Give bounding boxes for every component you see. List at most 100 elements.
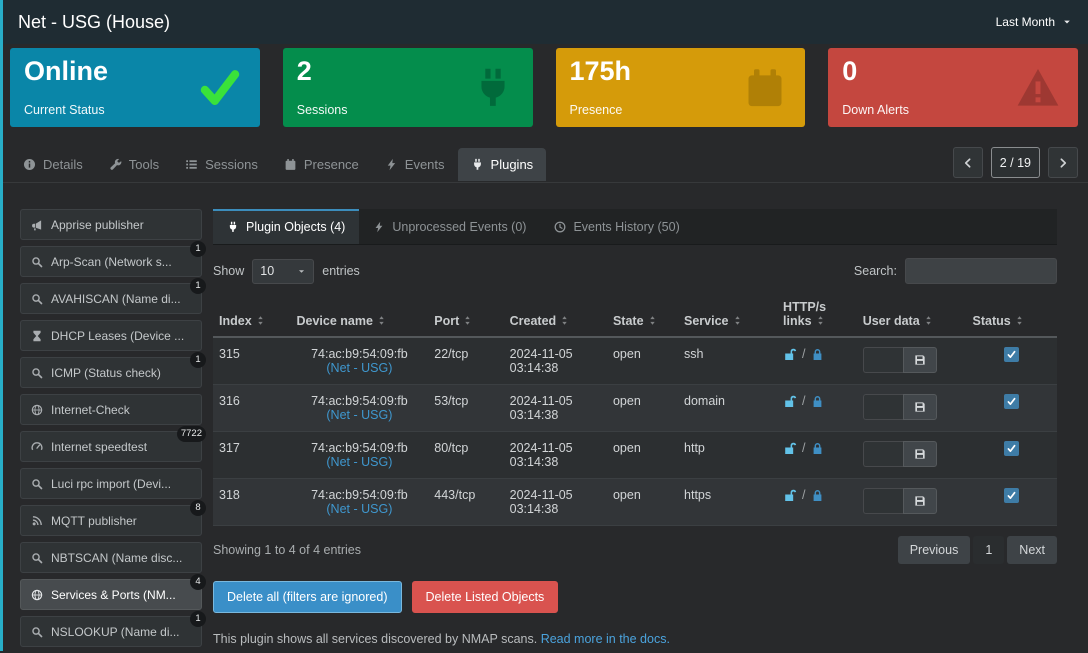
- plugin-content-panel: Plugin Objects (4) Unprocessed Events (0…: [213, 209, 1057, 653]
- sidebar-item-avahiscan[interactable]: AVAHISCAN (Name di... 1: [20, 283, 202, 314]
- save-user-data-button[interactable]: [903, 394, 937, 420]
- count-badge: 1: [190, 278, 206, 294]
- caret-down-icon: [297, 267, 306, 276]
- sidebar-item-internet-speedtest[interactable]: Internet speedtest 7722: [20, 431, 202, 462]
- save-user-data-button[interactable]: [903, 347, 937, 373]
- sidebar-item-luci-rpc-import[interactable]: Luci rpc import (Devi...: [20, 468, 202, 499]
- previous-page-button[interactable]: Previous: [898, 536, 971, 564]
- list-icon: [185, 158, 198, 171]
- user-data-input[interactable]: [863, 441, 903, 467]
- warning-icon: [1016, 66, 1060, 110]
- sidebar-item-nbtscan[interactable]: NBTSCAN (Name disc...: [20, 542, 202, 573]
- tab-plugin-objects[interactable]: Plugin Objects (4): [213, 209, 359, 244]
- table-row: 317 74:ac:b9:54:09:fb (Net - USG) 80/tcp…: [213, 432, 1057, 479]
- status-checkbox-checked[interactable]: [1004, 488, 1019, 503]
- check-icon: [1007, 491, 1016, 500]
- column-header-service[interactable]: Service: [678, 296, 777, 337]
- sidebar-item-icmp[interactable]: ICMP (Status check) 1: [20, 357, 202, 388]
- https-link-lock-closed-icon[interactable]: [811, 489, 824, 502]
- delete-listed-button[interactable]: Delete Listed Objects: [412, 581, 559, 613]
- status-checkbox-checked[interactable]: [1004, 394, 1019, 409]
- save-icon: [914, 401, 926, 413]
- http-link-lock-open-icon[interactable]: [783, 442, 797, 455]
- sidebar-item-dhcp-leases[interactable]: DHCP Leases (Device ...: [20, 320, 202, 351]
- user-data-input[interactable]: [863, 488, 903, 514]
- cell-index: 315: [213, 337, 291, 385]
- http-link-lock-open-icon[interactable]: [783, 348, 797, 361]
- sort-icon: [255, 315, 266, 326]
- http-link-lock-open-icon[interactable]: [783, 395, 797, 408]
- sidebar-item-label: NBTSCAN (Name disc...: [51, 551, 182, 565]
- check-icon: [1007, 444, 1016, 453]
- tab-details[interactable]: Details: [10, 148, 96, 181]
- https-link-lock-closed-icon[interactable]: [811, 395, 824, 408]
- column-header-port[interactable]: Port: [428, 296, 503, 337]
- check-icon: [1007, 350, 1016, 359]
- sidebar-item-label: NSLOOKUP (Name di...: [51, 625, 179, 639]
- device-link[interactable]: (Net - USG): [297, 408, 423, 422]
- table-row: 316 74:ac:b9:54:09:fb (Net - USG) 53/tcp…: [213, 385, 1057, 432]
- plugin-tabs: Plugin Objects (4) Unprocessed Events (0…: [213, 209, 1057, 245]
- device-link[interactable]: (Net - USG): [297, 361, 423, 375]
- cell-service: https: [678, 479, 777, 526]
- page-1-button[interactable]: 1: [973, 536, 1004, 564]
- cell-service: http: [678, 432, 777, 479]
- sidebar-item-apprise-publisher[interactable]: Apprise publisher: [20, 209, 202, 240]
- column-header-created[interactable]: Created: [504, 296, 607, 337]
- cell-user-data: [857, 432, 967, 479]
- column-header-https-links[interactable]: HTTP/s links: [777, 296, 857, 337]
- cell-device-name: 74:ac:b9:54:09:fb (Net - USG): [291, 385, 429, 432]
- cell-index: 316: [213, 385, 291, 432]
- bolt-icon: [385, 158, 398, 171]
- sidebar-item-arp-scan[interactable]: Arp-Scan (Network s... 1: [20, 246, 202, 277]
- search-icon: [31, 626, 43, 638]
- sidebar-item-label: AVAHISCAN (Name di...: [51, 292, 181, 306]
- sidebar-item-services-ports[interactable]: Services & Ports (NM... 4: [20, 579, 202, 610]
- http-link-lock-open-icon[interactable]: [783, 489, 797, 502]
- prev-device-button[interactable]: [953, 147, 983, 178]
- device-mac: 74:ac:b9:54:09:fb: [297, 394, 423, 408]
- next-page-button[interactable]: Next: [1007, 536, 1057, 564]
- device-link[interactable]: (Net - USG): [297, 455, 423, 469]
- user-data-input[interactable]: [863, 394, 903, 420]
- column-header-index[interactable]: Index: [213, 296, 291, 337]
- next-device-button[interactable]: [1048, 147, 1078, 178]
- docs-link[interactable]: Read more in the docs.: [541, 632, 670, 646]
- tab-unprocessed-events[interactable]: Unprocessed Events (0): [359, 209, 540, 244]
- column-header-device-name[interactable]: Device name: [291, 296, 429, 337]
- sidebar-item-internet-check[interactable]: Internet-Check: [20, 394, 202, 425]
- sidebar-item-label: Apprise publisher: [51, 218, 144, 232]
- cell-created: 2024-11-05 03:14:38: [504, 432, 607, 479]
- tab-events[interactable]: Events: [372, 148, 458, 181]
- page-size-select[interactable]: 10: [252, 259, 314, 284]
- save-user-data-button[interactable]: [903, 441, 937, 467]
- https-link-lock-closed-icon[interactable]: [811, 442, 824, 455]
- sidebar-item-label: Internet-Check: [51, 403, 130, 417]
- user-data-input[interactable]: [863, 347, 903, 373]
- delete-all-button[interactable]: Delete all (filters are ignored): [213, 581, 402, 613]
- sidebar-item-mqtt-publisher[interactable]: MQTT publisher 8: [20, 505, 202, 536]
- tab-events-history[interactable]: Events History (50): [540, 209, 693, 244]
- status-checkbox-checked[interactable]: [1004, 347, 1019, 362]
- sidebar-item-nslookup[interactable]: NSLOOKUP (Name di... 1: [20, 616, 202, 647]
- tab-tools[interactable]: Tools: [96, 148, 172, 181]
- count-badge: 1: [190, 241, 206, 257]
- column-header-status[interactable]: Status: [967, 296, 1058, 337]
- wrench-icon: [109, 158, 122, 171]
- table-footer: Showing 1 to 4 of 4 entries Previous 1 N…: [213, 536, 1057, 564]
- column-header-state[interactable]: State: [607, 296, 678, 337]
- column-header-user-data[interactable]: User data: [857, 296, 967, 337]
- cell-user-data: [857, 385, 967, 432]
- search-input[interactable]: [905, 258, 1057, 284]
- https-link-lock-closed-icon[interactable]: [811, 348, 824, 361]
- sort-icon: [815, 315, 826, 326]
- tab-plugins[interactable]: Plugins: [458, 148, 547, 181]
- device-link[interactable]: (Net - USG): [297, 502, 423, 516]
- tab-presence[interactable]: Presence: [271, 148, 372, 181]
- cell-created: 2024-11-05 03:14:38: [504, 337, 607, 385]
- period-selector[interactable]: Last Month: [996, 15, 1072, 29]
- status-checkbox-checked[interactable]: [1004, 441, 1019, 456]
- tab-sessions[interactable]: Sessions: [172, 148, 271, 181]
- save-user-data-button[interactable]: [903, 488, 937, 514]
- cell-https-links: /: [777, 337, 857, 385]
